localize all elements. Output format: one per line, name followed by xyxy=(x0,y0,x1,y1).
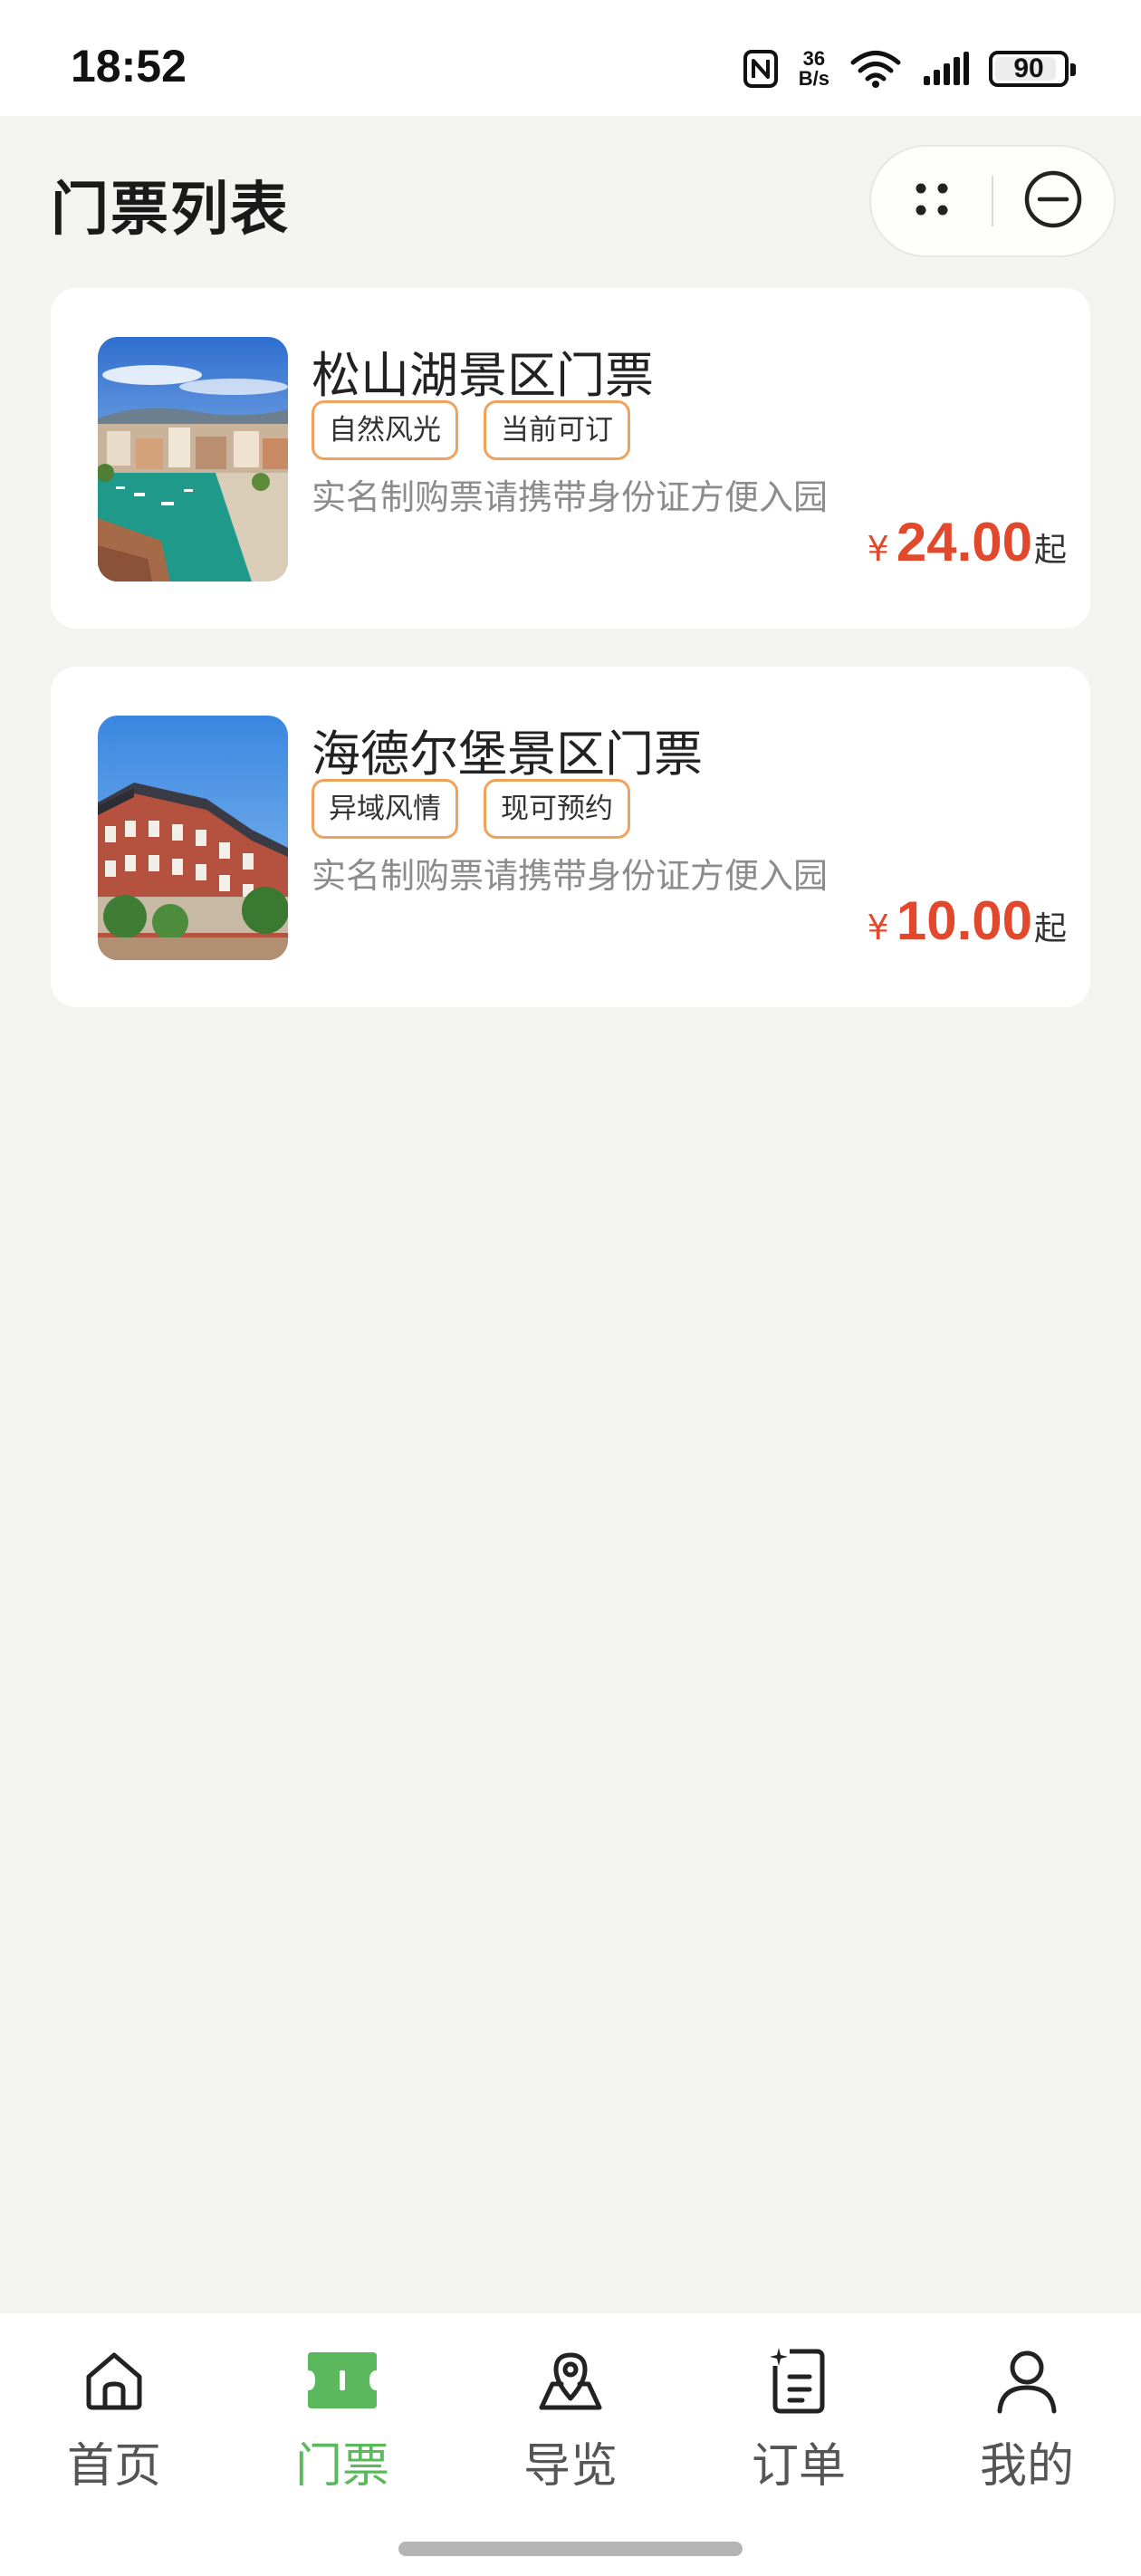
ticket-image-lakeside-town xyxy=(98,337,288,582)
signal-icon xyxy=(922,51,969,87)
ticket-tag: 当前可订 xyxy=(484,400,630,460)
price-value: 24.00 xyxy=(896,512,1032,572)
net-speed-value: 36 xyxy=(802,47,826,70)
home-icon xyxy=(76,2342,152,2418)
map-pin-icon xyxy=(532,2342,609,2418)
tab-profile[interactable]: 我的 xyxy=(936,2342,1117,2495)
price-currency: ¥ xyxy=(867,529,889,569)
tab-label: 订单 xyxy=(751,2439,846,2494)
page-title: 门票列表 xyxy=(51,177,290,244)
nfc-icon xyxy=(743,49,779,89)
close-capsule-button[interactable] xyxy=(993,145,1114,257)
status-icons: 36 B/s 90 xyxy=(743,42,1076,96)
bottom-tab-bar: 首页 门票 导览 订单 我的 xyxy=(0,2313,1141,2576)
tab-tickets[interactable]: 门票 xyxy=(252,2342,433,2495)
net-speed-unit: B/s xyxy=(798,67,829,90)
ticket-card[interactable]: 海德尔堡景区门票 异域风情 现可预约 实名制购票请携带身份证方便入园 ¥ 10.… xyxy=(51,667,1090,1007)
status-time: 18:52 xyxy=(71,41,187,91)
minimize-icon xyxy=(1021,168,1085,235)
home-indicator xyxy=(398,2542,743,2556)
ticket-tag: 现可预约 xyxy=(484,779,630,839)
ticket-tags: 自然风光 当前可订 xyxy=(312,400,630,460)
battery-icon: 90 xyxy=(989,51,1076,87)
ticket-icon xyxy=(304,2342,380,2418)
ticket-price: ¥ 24.00 起 xyxy=(868,511,1067,573)
price-value: 10.00 xyxy=(896,890,1032,951)
ticket-card[interactable]: 松山湖景区门票 自然风光 当前可订 实名制购票请携带身份证方便入园 ¥ 24.0… xyxy=(51,288,1090,629)
battery-tip xyxy=(1070,63,1076,76)
tab-guide[interactable]: 导览 xyxy=(480,2342,661,2495)
ticket-name: 松山湖景区门票 xyxy=(312,347,654,404)
ticket-tags: 异域风情 现可预约 xyxy=(312,779,630,839)
user-icon xyxy=(989,2342,1065,2418)
price-suffix: 起 xyxy=(1033,910,1067,947)
more-dots-icon xyxy=(905,172,959,230)
price-suffix: 起 xyxy=(1033,532,1067,569)
ticket-note: 实名制购票请携带身份证方便入园 xyxy=(312,856,829,896)
ticket-name: 海德尔堡景区门票 xyxy=(312,726,703,783)
price-currency: ¥ xyxy=(867,908,889,947)
net-speed: 36 B/s xyxy=(799,49,829,89)
ticket-price: ¥ 10.00 起 xyxy=(868,889,1067,952)
tab-label: 导览 xyxy=(523,2439,618,2494)
wifi-icon xyxy=(849,49,902,89)
tab-label: 首页 xyxy=(66,2439,161,2494)
tab-orders[interactable]: 订单 xyxy=(708,2342,889,2495)
status-bar: 18:52 36 B/s 90 xyxy=(0,0,1141,116)
ticket-tag: 异域风情 xyxy=(312,779,458,839)
tab-home[interactable]: 首页 xyxy=(24,2342,205,2495)
order-icon xyxy=(761,2342,837,2418)
battery-level: 90 xyxy=(1013,53,1044,83)
mini-program-capsule xyxy=(869,145,1116,257)
ticket-image-european-castle xyxy=(98,716,288,960)
ticket-note: 实名制购票请携带身份证方便入园 xyxy=(312,477,829,517)
more-button[interactable] xyxy=(871,145,992,257)
tab-label: 我的 xyxy=(979,2439,1074,2494)
tab-label: 门票 xyxy=(294,2439,389,2494)
ticket-tag: 自然风光 xyxy=(312,400,458,460)
